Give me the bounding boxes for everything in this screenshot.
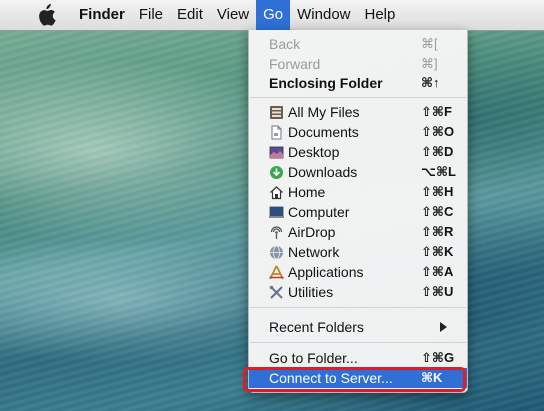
menu-item-label: All My Files [288,104,360,120]
menu-item-shortcut: ⇧⌘U [421,284,454,299]
menu-item-shortcut: ⇧⌘R [421,224,454,239]
menu-item-applications[interactable]: Applications ⇧⌘A [249,262,467,282]
menu-item-documents[interactable]: Documents ⇧⌘O [249,122,467,142]
menu-item-shortcut: ⇧⌘C [421,204,454,219]
menu-bar: Finder File Edit View Go Window Help [0,0,544,31]
menu-go[interactable]: Go [256,0,291,30]
menu-item-label: Computer [288,204,350,220]
menu-item-label: Documents [288,124,359,140]
home-icon [268,184,284,200]
menu-item-shortcut: ⇧⌘A [421,264,454,279]
menu-item-shortcut: ⇧⌘D [421,144,454,159]
menu-separator [250,97,466,98]
go-menu-dropdown: Back ⌘[ Forward ⌘] Enclosing Folder ⌘↑ A… [248,30,468,393]
apple-menu-icon[interactable] [36,4,62,26]
menu-item-label: Home [288,184,326,200]
menu-window[interactable]: Window [290,0,357,30]
menu-item-shortcut: ⇧⌘G [421,350,455,365]
menu-item-shortcut: ⌘[ [421,36,438,51]
menu-item-all-my-files[interactable]: All My Files ⇧⌘F [249,102,467,122]
menu-item-label: Recent Folders [269,319,364,335]
menu-item-shortcut: ⇧⌘O [421,124,455,139]
menu-item-back[interactable]: Back ⌘[ [249,34,467,54]
computer-icon [268,204,284,220]
menu-item-shortcut: ⇧⌘K [421,244,454,259]
menu-item-shortcut: ⌘] [421,56,438,71]
menu-item-recent-folders[interactable]: Recent Folders [249,317,467,337]
menu-item-downloads[interactable]: Downloads ⌥⌘L [249,162,467,182]
submenu-arrow-icon [440,322,447,332]
menu-item-label: Forward [269,56,321,72]
menu-item-label: Utilities [288,284,334,300]
menu-item-computer[interactable]: Computer ⇧⌘C [249,202,467,222]
menu-item-label: Enclosing Folder [269,75,383,91]
menu-item-shortcut: ⌥⌘L [421,164,456,179]
desktop-icon [268,144,284,160]
downloads-icon [268,164,284,180]
menu-item-label: Back [269,36,301,52]
menu-item-label: Desktop [288,144,340,160]
menu-item-network[interactable]: Network ⇧⌘K [249,242,467,262]
utilities-icon [268,284,284,300]
menu-item-shortcut: ⌘↑ [421,75,440,90]
menu-separator [250,307,466,308]
menu-separator [250,342,466,343]
menu-file[interactable]: File [132,0,170,30]
menu-edit[interactable]: Edit [170,0,210,30]
menu-help[interactable]: Help [358,0,403,30]
menu-item-home[interactable]: Home ⇧⌘H [249,182,467,202]
menu-item-airdrop[interactable]: AirDrop ⇧⌘R [249,222,467,242]
network-icon [268,244,284,260]
menu-item-desktop[interactable]: Desktop ⇧⌘D [249,142,467,162]
menu-view[interactable]: View [210,0,256,30]
menu-item-label: Go to Folder... [269,350,358,366]
menu-item-utilities[interactable]: Utilities ⇧⌘U [249,282,467,302]
menu-item-enclosing-folder[interactable]: Enclosing Folder ⌘↑ [249,73,467,93]
menu-item-forward[interactable]: Forward ⌘] [249,54,467,74]
menu-item-label: Network [288,244,340,260]
menu-item-label: Downloads [288,164,358,180]
menu-item-shortcut: ⇧⌘F [421,104,452,119]
applications-icon [268,264,284,280]
menu-item-shortcut: ⇧⌘H [421,184,454,199]
menu-item-label: Applications [288,264,364,280]
menu-item-go-to-folder[interactable]: Go to Folder... ⇧⌘G [249,348,467,368]
menu-finder[interactable]: Finder [72,0,132,30]
menu-item-label: AirDrop [288,224,336,240]
airdrop-icon [268,224,284,240]
all-my-files-icon [268,104,284,120]
highlight-outline [243,367,466,392]
documents-icon [268,124,284,140]
